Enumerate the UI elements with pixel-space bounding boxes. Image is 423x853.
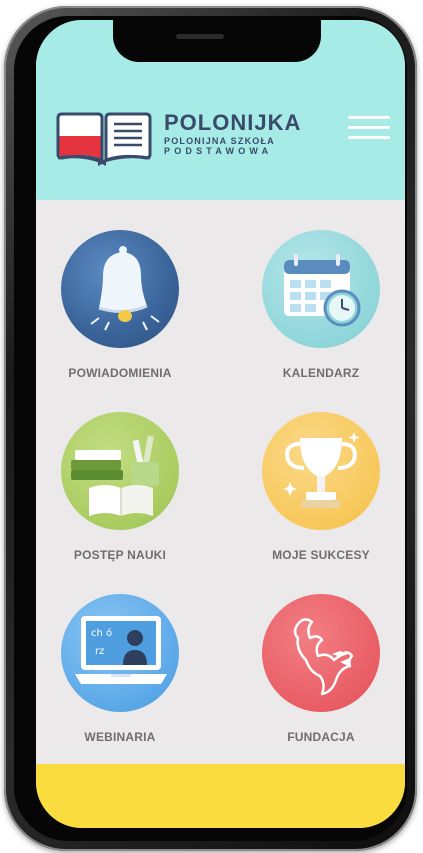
brand-block: POLONIJKA POLONIJNA SZKOŁA PODSTAWOWA xyxy=(164,112,301,157)
tile-postep-nauki[interactable]: POSTĘP NAUKI xyxy=(40,412,200,562)
tile-webinaria[interactable]: ch ó rz WEBINARIA xyxy=(40,594,200,744)
book-flag-logo-icon xyxy=(56,112,152,166)
calendar-clock-icon xyxy=(262,230,380,348)
app-footer xyxy=(36,764,405,828)
tile-moje-sukcesy[interactable]: MOJE SUKCESY xyxy=(241,412,401,562)
laptop-teacher-icon: ch ó rz xyxy=(61,594,179,712)
tile-label: WEBINARIA xyxy=(84,730,156,744)
tile-kalendarz[interactable]: KALENDARZ xyxy=(241,230,401,380)
tile-label: FUNDACJA xyxy=(287,730,355,744)
hamburger-menu-icon[interactable] xyxy=(348,116,392,142)
phone-speaker xyxy=(176,34,224,39)
tile-label: POSTĘP NAUKI xyxy=(73,548,167,562)
app-subtitle-line2: PODSTAWOWA xyxy=(164,146,273,156)
tile-label: KALENDARZ xyxy=(282,366,360,380)
tile-fundacja[interactable]: FUNDACJA xyxy=(241,594,401,744)
app-title: POLONIJKA xyxy=(164,110,302,135)
eagle-icon xyxy=(262,594,380,712)
phone-notch xyxy=(113,20,321,62)
tile-powiadomienia[interactable]: POWIADOMIENIA xyxy=(40,230,200,380)
svg-text:rz: rz xyxy=(95,646,104,657)
app-screen: POLONIJKA POLONIJNA SZKOŁA PODSTAWOWA PO… xyxy=(36,20,405,828)
tile-label: MOJE SUKCESY xyxy=(272,548,370,562)
trophy-icon xyxy=(262,412,380,530)
tile-label: POWIADOMIENIA xyxy=(68,366,172,380)
books-icon xyxy=(61,412,179,530)
app-subtitle-line1: POLONIJNA SZKOŁA xyxy=(164,136,275,146)
bell-icon xyxy=(61,230,179,348)
svg-text:ch ó: ch ó xyxy=(91,627,112,639)
